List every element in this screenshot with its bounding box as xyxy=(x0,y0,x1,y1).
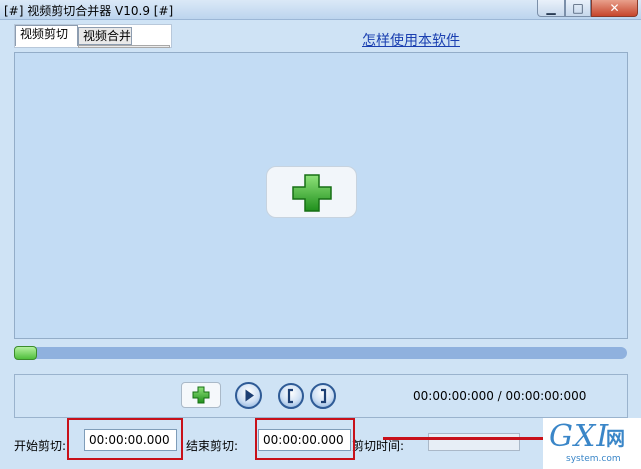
watermark-brand-suffix: 网 xyxy=(606,428,626,450)
bracket-right-icon xyxy=(321,388,327,404)
plus-icon xyxy=(292,174,332,212)
tab-video-cut[interactable]: 视频剪切 xyxy=(15,25,78,46)
watermark-domain: system.com xyxy=(566,454,621,464)
plus-icon xyxy=(192,386,210,404)
maximize-button[interactable]: □ xyxy=(565,0,591,17)
annotation-line xyxy=(383,437,550,440)
cut-duration-field xyxy=(428,433,520,451)
progress-slider-thumb[interactable] xyxy=(14,346,37,360)
bracket-left-icon xyxy=(287,388,293,404)
annotation-box-start xyxy=(67,418,183,460)
tab-video-merge[interactable]: 视频合并 xyxy=(78,27,132,45)
end-cut-label: 结束剪切: xyxy=(186,439,239,453)
progress-slider-track[interactable] xyxy=(14,347,627,359)
watermark-brand: GXI xyxy=(549,419,610,454)
close-button[interactable]: ✕ xyxy=(591,0,638,17)
tab-scroll-bar xyxy=(78,45,170,48)
minimize-button[interactable]: ▁ xyxy=(537,0,565,17)
play-icon xyxy=(245,389,254,402)
add-file-button[interactable] xyxy=(181,382,221,408)
window-title: [#] 视频剪切合并器 V10.9 [#] xyxy=(4,4,174,18)
mark-out-button[interactable] xyxy=(310,383,336,409)
annotation-box-end xyxy=(255,418,355,460)
mark-in-button[interactable] xyxy=(278,383,304,409)
add-video-button[interactable] xyxy=(266,166,357,218)
time-display: 00:00:00:000 / 00:00:00:000 xyxy=(413,389,587,403)
play-button[interactable] xyxy=(235,382,262,409)
start-cut-label: 开始剪切: xyxy=(14,439,67,453)
help-link[interactable]: 怎样使用本软件 xyxy=(362,30,460,50)
